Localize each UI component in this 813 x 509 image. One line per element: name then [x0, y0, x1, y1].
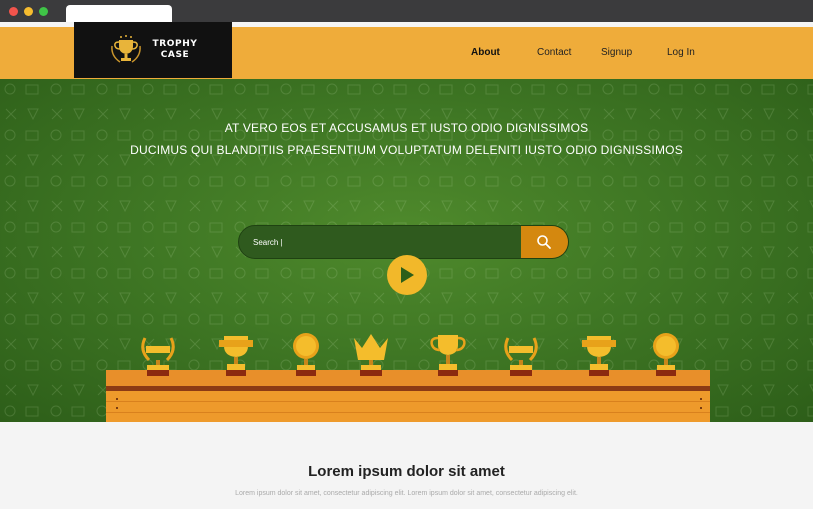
logo-text: TROPHY CASE — [152, 39, 198, 61]
nav-contact[interactable]: Contact — [537, 27, 571, 79]
nav-about[interactable]: About — [471, 27, 500, 79]
section-text: Lorem ipsum dolor sit amet, consectetur … — [235, 490, 578, 497]
hero-section: AT VERO EOS ET ACCUSAMUS ET IUSTO ODIO D… — [0, 79, 813, 422]
medal-trophy-icon — [293, 333, 319, 376]
cup-trophy-icon — [219, 336, 253, 376]
site-logo[interactable]: TROPHY CASE — [74, 22, 232, 78]
search-button[interactable] — [521, 226, 568, 258]
laurel-trophy-icon — [141, 337, 175, 376]
web-page: About Contact Signup Log In TROPHY CASE — [0, 22, 813, 509]
shelf-grain — [106, 401, 710, 402]
logo-text-line1: TROPHY — [152, 39, 198, 49]
minimize-window-button[interactable] — [24, 7, 33, 16]
laurel-trophy-icon — [504, 337, 538, 376]
search-input[interactable] — [239, 226, 523, 258]
crown-trophy-icon — [354, 334, 388, 376]
play-icon — [401, 267, 414, 283]
shelf-nail — [116, 398, 118, 400]
search-bar — [238, 225, 569, 259]
medal-trophy-icon — [653, 333, 679, 376]
shelf-grain — [106, 412, 710, 413]
magnifier-icon — [537, 235, 551, 249]
section-title: Lorem ipsum dolor sit amet — [308, 463, 505, 480]
play-video-button[interactable] — [387, 255, 427, 295]
shelf-nail — [700, 407, 702, 409]
maximize-window-button[interactable] — [39, 7, 48, 16]
handled-cup-trophy-icon — [430, 335, 466, 376]
shelf-body — [106, 391, 710, 422]
hero-headline-line2: DUCIMUS QUI BLANDITIIS PRAESENTIUM VOLUP… — [130, 143, 683, 157]
shelf-nail — [700, 398, 702, 400]
close-window-button[interactable] — [9, 7, 18, 16]
logo-text-line2: CASE — [160, 50, 190, 60]
nav-signup[interactable]: Signup — [601, 27, 632, 79]
hero-headline-line1: AT VERO EOS ET ACCUSAMUS ET IUSTO ODIO D… — [224, 121, 589, 135]
shelf-nail — [116, 407, 118, 409]
trophy-logo-icon — [111, 35, 141, 63]
nav-login[interactable]: Log In — [667, 27, 695, 79]
cup-trophy-icon — [582, 336, 616, 376]
